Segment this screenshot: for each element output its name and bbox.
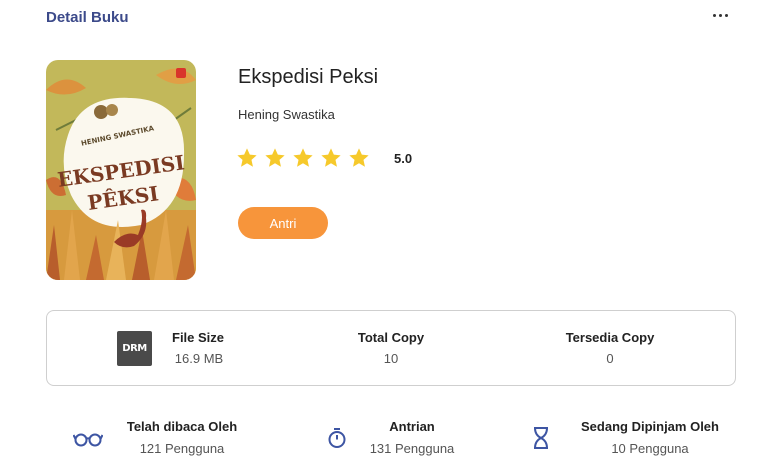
total-copy-label: Total Copy [357,330,425,345]
page-title: Detail Buku [46,9,129,26]
book-title: Ekspedisi Peksi [238,66,379,88]
more-dot [718,13,722,17]
borrowing-value: 10 Pengguna [611,441,689,456]
book-cover[interactable]: HENING SWASTIKA EKSPEDISI PÊKSI [46,60,196,280]
star-icon [237,148,257,167]
star-icon [321,148,341,167]
drm-icon: DRM [117,331,152,366]
hourglass-icon [534,427,548,449]
more-dot [724,13,728,17]
queue-count-label: Antrian [389,419,435,434]
queue-button[interactable]: Antri [238,207,328,239]
book-cover-art: HENING SWASTIKA EKSPEDISI PÊKSI [46,60,196,280]
stopwatch-icon [328,428,346,448]
star-icon [349,148,369,167]
file-size-label: File Size [172,330,225,345]
star-icon [265,148,285,167]
star-icon [293,148,313,167]
rating-value: 5.0 [394,151,413,166]
more-options-button[interactable] [706,4,734,26]
read-by-label: Telah dibaca Oleh [126,419,238,434]
glasses-icon [73,433,103,447]
available-copy-value: 0 [606,351,614,366]
available-copy-label: Tersedia Copy [565,330,655,345]
total-copy-value: 10 [383,351,399,366]
queue-count-value: 131 Pengguna [369,441,455,456]
book-author: Hening Swastika [238,107,335,122]
file-size-value: 16.9 MB [174,351,224,366]
read-by-value: 121 Pengguna [139,441,225,456]
rating-stars [236,147,370,169]
borrowing-label: Sedang Dipinjam Oleh [581,419,719,434]
drm-label: DRM [122,343,147,354]
more-horizontal-icon [712,13,716,17]
